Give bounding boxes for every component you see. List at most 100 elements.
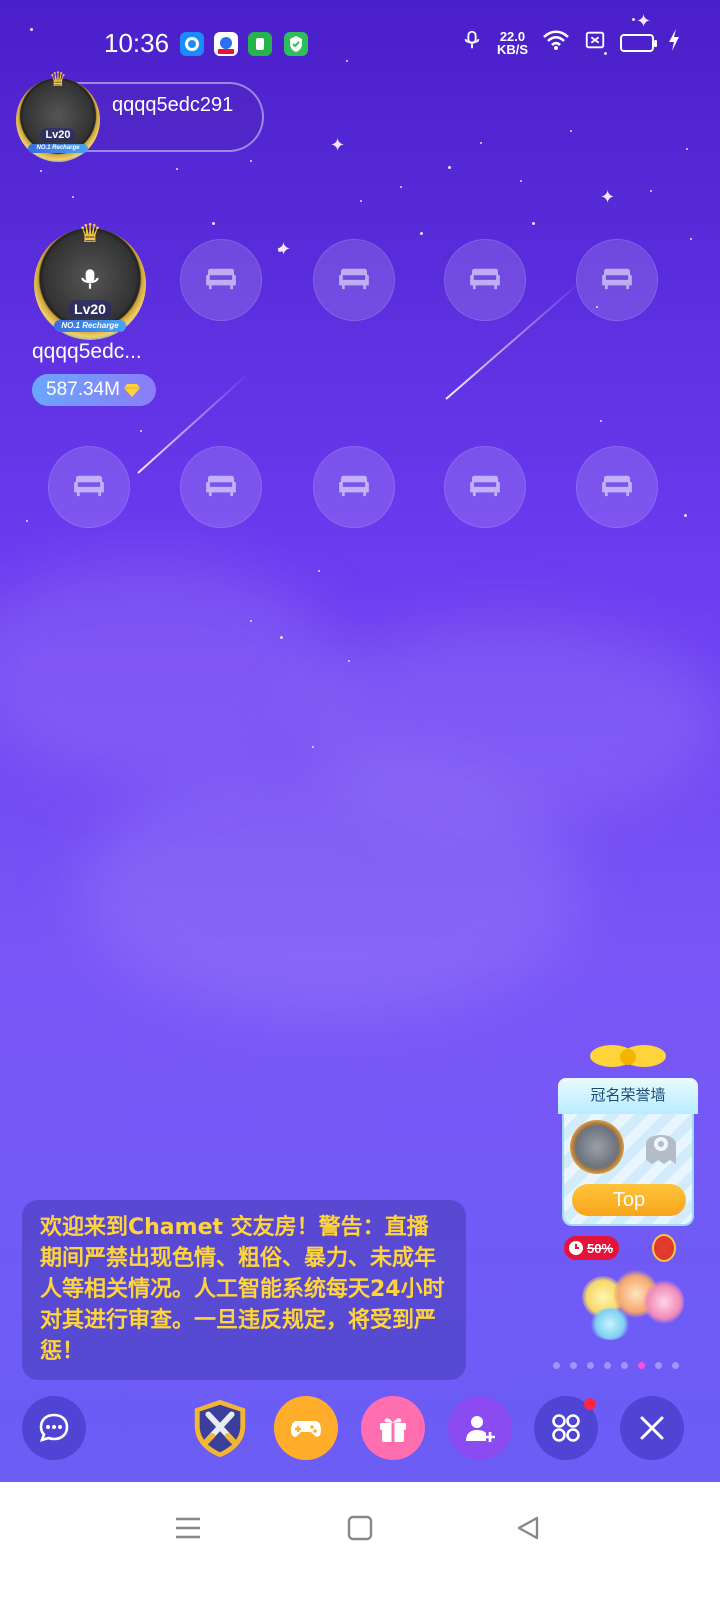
sofa-icon [468, 265, 502, 296]
network-speed-value: 22.0 [499, 28, 526, 44]
home-square-icon [347, 1515, 373, 1541]
empty-seat-4[interactable] [576, 239, 658, 321]
empty-seat-8[interactable] [444, 446, 526, 528]
voice-room-screen: ✦ ✦ ✦ ✦ 10:36 22.0 KB/S ♛ Lv20 NO.1 Rech… [0, 0, 720, 1600]
more-apps-icon [552, 1414, 580, 1442]
star [72, 196, 74, 198]
star [684, 514, 687, 517]
red-lantern-icon [652, 1234, 676, 1262]
star [520, 180, 522, 182]
honor-wall-top-button[interactable]: Top [572, 1184, 686, 1216]
sofa-icon [468, 472, 502, 503]
empty-seat-1[interactable] [180, 239, 262, 321]
crown-icon: ♛ [78, 218, 102, 248]
star [400, 186, 402, 188]
sofa-icon [337, 472, 371, 503]
more-apps-button[interactable] [534, 1396, 598, 1460]
sofa-icon [600, 472, 634, 503]
crown-icon: ♛ [49, 69, 67, 91]
status-bar: 10:36 22.0 KB/S [0, 0, 720, 90]
host-profile-chip[interactable]: ♛ Lv20 NO.1 Recharge qqqq5edc291 [16, 70, 264, 162]
sofa-icon [337, 265, 371, 296]
star [480, 142, 482, 144]
host-chip-avatar[interactable]: ♛ Lv20 NO.1 Recharge [16, 70, 100, 162]
empty-seat-2[interactable] [313, 239, 395, 321]
sparkle-star: ✦ [600, 187, 616, 207]
empty-seat-6[interactable] [180, 446, 262, 528]
clock-icon [569, 1241, 583, 1255]
home-nav-button[interactable] [340, 1508, 380, 1548]
star [600, 420, 602, 422]
menu-nav-button[interactable] [168, 1508, 208, 1548]
battery-icon [620, 33, 657, 52]
sofa-icon [72, 472, 106, 503]
star [532, 222, 535, 225]
host-chip-name: qqqq5edc291 [112, 94, 234, 116]
pager-dot [655, 1362, 662, 1369]
gift-button[interactable] [361, 1396, 425, 1460]
host-seat-coins[interactable]: 587.34M [32, 374, 156, 406]
lantern-promo-banner[interactable]: 50% [560, 1232, 688, 1344]
game-button[interactable] [274, 1396, 338, 1460]
star [318, 570, 320, 572]
sofa-icon [204, 472, 238, 503]
pager-dot [621, 1362, 628, 1369]
pk-battle-icon [194, 1399, 246, 1458]
cloud [80, 760, 580, 1020]
discount-badge-text: 50% [587, 1240, 614, 1256]
status-indicators: 22.0 KB/S [461, 28, 680, 57]
chat-button[interactable] [22, 1396, 86, 1460]
star [686, 148, 688, 150]
star [26, 520, 28, 522]
gift-icon [380, 1418, 406, 1442]
close-room-button[interactable] [620, 1396, 684, 1460]
discount-badge: 50% [564, 1236, 620, 1260]
status-time: 10:36 [104, 28, 170, 58]
notification-dot [584, 1398, 596, 1410]
system-nav-bar [0, 1482, 720, 1600]
game-icon [291, 1421, 321, 1437]
pk-battle-button[interactable] [188, 1396, 252, 1460]
close-icon [640, 1416, 664, 1440]
empty-rank-ghost-icon [646, 1135, 676, 1164]
invite-user-button[interactable] [448, 1396, 512, 1460]
host-seat-recharge-badge: NO.1 Recharge [54, 320, 126, 332]
star [176, 168, 178, 170]
honor-wall-panel: Top [562, 1114, 694, 1226]
sofa-icon [204, 265, 238, 296]
honor-wall-avatar[interactable] [570, 1120, 624, 1174]
chat-icon [39, 1413, 69, 1443]
shield-icon [284, 32, 308, 56]
star [140, 430, 142, 432]
star [420, 232, 423, 235]
star [448, 166, 451, 169]
pager-dot [672, 1362, 679, 1369]
honor-wall-widget[interactable]: 冠名荣誉墙 Top [558, 1045, 698, 1230]
star [690, 238, 692, 240]
pager-dot [604, 1362, 611, 1369]
pager-dot [570, 1362, 577, 1369]
pager-dot [638, 1362, 645, 1369]
honor-wall-title: 冠名荣誉墙 [558, 1078, 698, 1114]
charging-icon [668, 28, 680, 57]
add-user-icon [466, 1416, 495, 1442]
wifi-icon [542, 29, 570, 56]
mic-icon [461, 28, 483, 57]
app-icon-green [248, 32, 272, 56]
host-seat[interactable]: ♛ Lv20 NO.1 Recharge [34, 218, 146, 340]
empty-seat-7[interactable] [313, 446, 395, 528]
empty-seat-3[interactable] [444, 239, 526, 321]
star [650, 190, 652, 192]
host-seat-level: Lv20 [68, 300, 112, 318]
back-nav-button[interactable] [508, 1508, 548, 1548]
host-seat-name: qqqq5edc... [32, 340, 142, 363]
sofa-icon [600, 265, 634, 296]
sim-off-icon [584, 29, 606, 56]
empty-seat-5[interactable] [48, 446, 130, 528]
pager-dot [553, 1362, 560, 1369]
seat-mic-icon [81, 269, 99, 289]
promo-pager [553, 1362, 679, 1369]
host-chip-recharge-badge: NO.1 Recharge [28, 144, 88, 153]
empty-seat-9[interactable] [576, 446, 658, 528]
pager-dot [587, 1362, 594, 1369]
